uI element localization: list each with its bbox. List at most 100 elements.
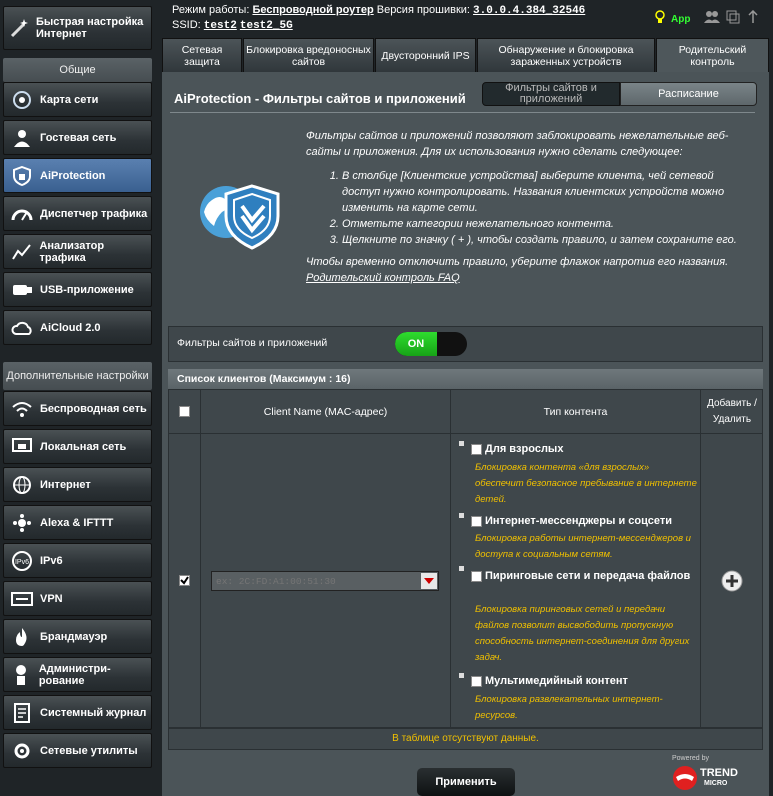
tab-two-way-ips[interactable]: Двусторонний IPS (375, 38, 476, 72)
main-panel: AiProtection - Фильтры сайтов и приложен… (162, 72, 769, 796)
client-select[interactable] (211, 571, 439, 591)
row-checkbox[interactable] (179, 575, 190, 586)
aiprotection-icon (9, 163, 35, 189)
ssid-link-1[interactable]: test2 (204, 20, 237, 32)
toggle-on-label: ON (395, 332, 437, 356)
wifi-icon (9, 396, 35, 422)
category-name: Для взрослых (485, 443, 564, 455)
alexa-icon (9, 510, 35, 536)
dropdown-arrow-icon[interactable] (421, 573, 437, 589)
add-rule-icon[interactable] (721, 570, 743, 597)
apply-button[interactable]: Применить (417, 768, 515, 796)
category-p2p-checkbox[interactable] (471, 570, 482, 582)
aiprotection-logo (194, 172, 284, 252)
sidebar-item-network-map[interactable]: Карта сети (3, 82, 152, 117)
tab-web-app-filters[interactable]: Фильтры сайтов и приложений (482, 82, 620, 106)
expand-icon[interactable] (459, 513, 464, 518)
toggle-knob (437, 332, 467, 356)
ipv6-icon: IPv6 (9, 548, 35, 574)
sidebar-item-label: Локальная сеть (40, 440, 127, 453)
sidebar-item-label: AiProtection (40, 169, 106, 182)
admin-icon (9, 662, 34, 688)
cloud-icon (9, 315, 35, 341)
quick-setup-item[interactable]: Быстрая настройка Интернет (3, 6, 152, 50)
firmware-link[interactable]: 3.0.0.4.384_32546 (473, 5, 585, 17)
sidebar-item-aicloud[interactable]: AiCloud 2.0 (3, 310, 152, 345)
sidebar-item-syslog[interactable]: Системный журнал (3, 695, 152, 730)
users-icon[interactable] (704, 10, 721, 29)
row-client-cell (201, 434, 451, 728)
svg-text:IPv6: IPv6 (15, 559, 29, 566)
sidebar-item-admin[interactable]: Администри-рование (3, 657, 152, 692)
usb-status-icon[interactable] (746, 9, 760, 29)
ssid-line: SSID: test2 test2_5G (172, 19, 293, 32)
tab-malicious-sites[interactable]: Блокировка вредоносных сайтов (243, 38, 374, 72)
sidebar-item-aiprotection[interactable]: AiProtection (3, 158, 152, 193)
sidebar-item-guest-network[interactable]: Гостевая сеть (3, 120, 152, 155)
lightbulb-icon[interactable] (655, 10, 665, 29)
sidebar: Быстрая настройка Интернет Общие Карта с… (0, 0, 160, 796)
category-messengers: Интернет-мессенджеры и соцсети (459, 513, 672, 527)
filters-toggle[interactable]: ON (395, 332, 467, 356)
expand-icon[interactable] (459, 441, 464, 446)
app-link[interactable]: App (671, 14, 690, 25)
tab-network-protection[interactable]: Сетевая защита (162, 38, 242, 72)
row-checkbox-cell (169, 434, 201, 728)
ssid-link-2[interactable]: test2_5G (240, 20, 293, 32)
sidebar-item-alexa[interactable]: Alexa & IFTTT (3, 505, 152, 540)
sidebar-item-label: Карта сети (40, 93, 99, 106)
sidebar-item-label: Анализатор трафика (39, 239, 105, 264)
divider (170, 112, 755, 113)
select-all-checkbox[interactable] (179, 406, 190, 417)
category-messengers-checkbox[interactable] (471, 515, 482, 527)
row-content-cell: Для взрослых Блокировка контента «для вз… (451, 434, 701, 728)
mode-link[interactable]: Беспроводной роутер (252, 4, 373, 16)
category-adult: Для взрослых (459, 441, 564, 455)
wand-icon (9, 15, 31, 41)
copy-icon[interactable] (726, 10, 740, 29)
sidebar-item-vpn[interactable]: VPN (3, 581, 152, 616)
col-client-name: Client Name (MAC-адрес) (201, 390, 451, 434)
sidebar-item-label: USB-приложение (40, 283, 134, 296)
toggle-label: Фильтры сайтов и приложений (177, 337, 328, 349)
category-desc: Блокировка пиринговых сетей и передачи ф… (475, 604, 690, 663)
traffic-manager-icon (9, 201, 35, 227)
expand-icon[interactable] (459, 566, 464, 571)
usb-icon (9, 277, 35, 303)
sidebar-item-label: Беспроводная сеть (40, 402, 147, 415)
sidebar-item-traffic-analyzer[interactable]: Анализатор трафика (3, 234, 152, 269)
category-multimedia-checkbox[interactable] (471, 675, 482, 687)
sidebar-item-traffic-manager[interactable]: Диспетчер трафика (3, 196, 152, 231)
powered-by-label: Powered by (672, 755, 709, 762)
mac-input[interactable] (212, 572, 417, 590)
trend-label: TREND (700, 767, 738, 779)
tab-schedule[interactable]: Расписание (620, 82, 757, 106)
page-title: AiProtection - Фильтры сайтов и приложен… (174, 91, 466, 106)
sidebar-item-wireless[interactable]: Беспроводная сеть (3, 391, 152, 426)
category-adult-checkbox[interactable] (471, 443, 482, 455)
client-table: Client Name (MAC-адрес) Тип контента Доб… (168, 389, 763, 734)
category-desc: Блокировка контента «для взрослых» обесп… (475, 462, 697, 505)
sidebar-item-internet[interactable]: Интернет (3, 467, 152, 502)
sidebar-item-firewall[interactable]: Брандмауэр (3, 619, 152, 654)
faq-link[interactable]: Родительский контроль FAQ (306, 272, 460, 284)
sidebar-item-label: Гостевая сеть (40, 131, 117, 144)
expand-icon[interactable] (459, 673, 464, 678)
header-checkbox-cell (169, 390, 201, 434)
tab-parental-controls[interactable]: Родительский контроль (656, 38, 769, 72)
client-list-header: Список клиентов (Максимум : 16) (168, 369, 763, 389)
micro-label: MICRO (704, 780, 728, 787)
step-item: Щелкните по значку ( + ), чтобы создать … (342, 232, 754, 248)
general-header: Общие (3, 58, 152, 82)
sidebar-item-ipv6[interactable]: IPv6 IPv6 (3, 543, 152, 578)
sidebar-item-tools[interactable]: Сетевые утилиты (3, 733, 152, 768)
sidebar-item-lan[interactable]: Локальная сеть (3, 429, 152, 464)
col-add-delete: Добавить / Удалить (701, 390, 763, 434)
traffic-analyzer-icon (9, 239, 34, 265)
tab-infected-devices[interactable]: Обнаружение и блокировка зараженных устр… (477, 38, 655, 72)
sidebar-item-usb[interactable]: USB-приложение (3, 272, 152, 307)
category-name: Пиринговые сети и передача файлов (485, 570, 691, 582)
globe-icon (9, 472, 35, 498)
step-item: В столбце [Клиентские устройства] выбери… (342, 168, 754, 216)
syslog-icon (9, 700, 35, 726)
